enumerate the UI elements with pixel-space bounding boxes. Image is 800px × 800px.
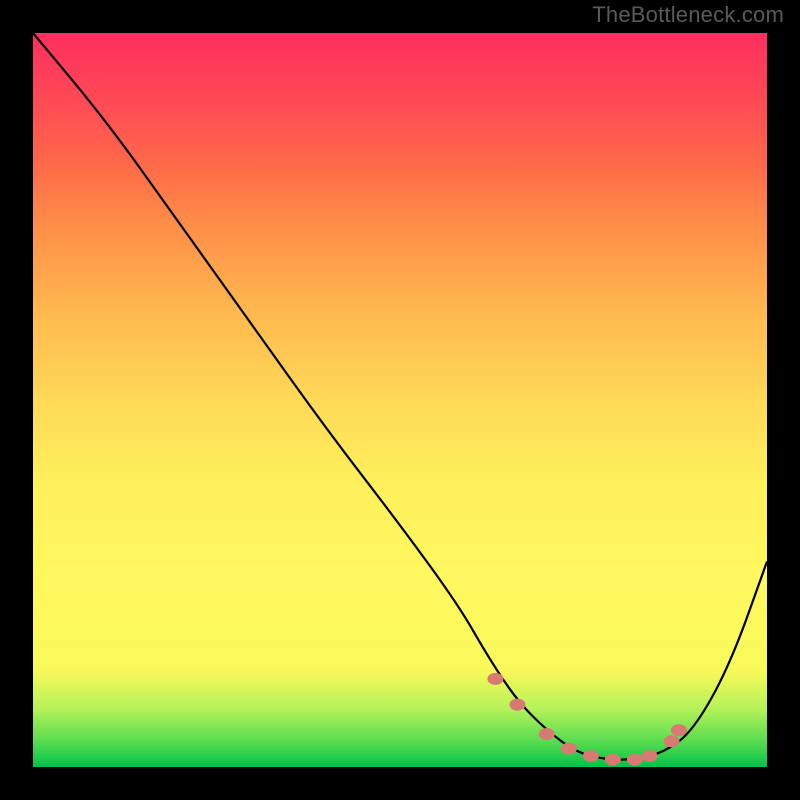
curve-marker	[487, 673, 503, 685]
chart-svg	[33, 33, 767, 767]
curve-marker	[561, 743, 577, 755]
marker-group	[487, 673, 686, 766]
watermark-text: TheBottleneck.com	[592, 2, 784, 28]
bottleneck-curve	[33, 33, 767, 760]
curve-marker	[642, 750, 658, 762]
curve-marker	[671, 724, 687, 736]
plot-area	[33, 33, 767, 767]
curve-marker	[509, 699, 525, 711]
chart-frame: TheBottleneck.com	[0, 0, 800, 800]
curve-marker	[627, 754, 643, 766]
curve-marker	[583, 750, 599, 762]
curve-marker	[539, 728, 555, 740]
curve-marker	[664, 735, 680, 747]
curve-marker	[605, 754, 621, 766]
